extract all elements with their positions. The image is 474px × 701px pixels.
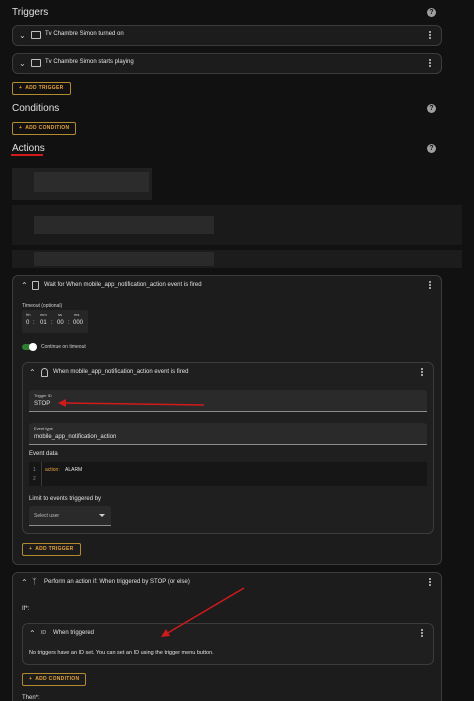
- annotation-arrow-1: [61, 402, 205, 406]
- annotation-arrow-2: [165, 587, 245, 635]
- annotation-arrowhead-1: [58, 399, 66, 407]
- annotation-arrows: [58, 399, 245, 637]
